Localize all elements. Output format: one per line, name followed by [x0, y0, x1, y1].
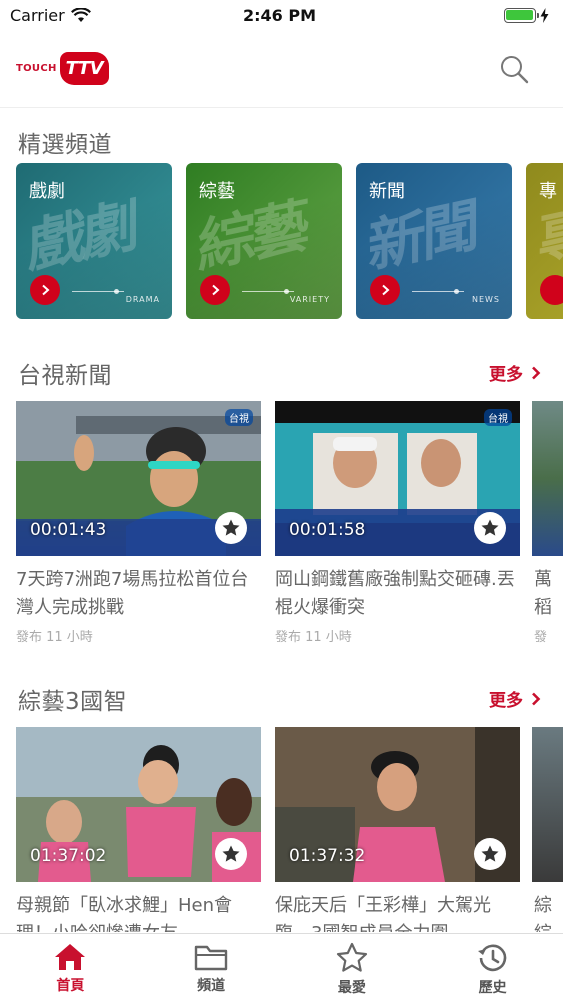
- channel-subtitle: NEWS: [471, 295, 500, 304]
- chevron-right-icon: [532, 366, 541, 379]
- news-video-row[interactable]: 台視 00:01:43 7天跨7洲跑7場馬拉松首位台灣人完成挑戰 發布 11 小…: [16, 401, 563, 651]
- video-duration: 01:37:02: [30, 846, 107, 866]
- star-icon: [336, 942, 367, 972]
- video-card[interactable]: 台視 00:01:58 岡山鋼鐵舊廠強制點交砸磚.丟棍火爆衝突 發布 11 小時: [275, 401, 520, 645]
- carrier-label: Carrier: [10, 5, 65, 25]
- video-thumbnail[interactable]: 01:37:02: [16, 727, 261, 882]
- tab-label: 頻道: [197, 978, 226, 994]
- tab-label: 最愛: [337, 980, 366, 996]
- channel-card-news[interactable]: 新聞 新聞 NEWS: [356, 163, 512, 319]
- tab-bar: 首頁 頻道 最愛 歷史: [0, 933, 563, 1000]
- video-card-peek[interactable]: [532, 401, 563, 556]
- tab-home[interactable]: 首頁: [0, 934, 141, 1000]
- tab-favorites[interactable]: 最愛: [282, 934, 423, 1000]
- channel-name: 綜藝: [199, 181, 235, 202]
- chevron-right-icon: [532, 692, 541, 705]
- tab-label: 首頁: [56, 978, 85, 994]
- star-icon: [222, 845, 240, 862]
- favorite-button[interactable]: [215, 512, 247, 544]
- peek-meta: 發: [534, 630, 548, 645]
- video-duration: 00:01:58: [289, 520, 366, 540]
- video-published: 發布 11 小時: [16, 630, 93, 645]
- play-icon[interactable]: [370, 275, 400, 305]
- channel-subtitle: VARIETY: [289, 295, 330, 304]
- home-icon: [55, 944, 86, 970]
- history-icon: [477, 944, 506, 972]
- app-header: TOUCH TTV: [0, 30, 563, 108]
- favorite-button[interactable]: [474, 512, 506, 544]
- news-section-title: 台視新聞: [18, 363, 112, 389]
- variety-section-title: 綜藝3國智: [18, 689, 128, 715]
- featured-section-title: 精選頻道: [18, 132, 112, 158]
- tab-label: 歷史: [478, 980, 507, 996]
- video-card[interactable]: 01:37:02 母親節「臥冰求鯉」Hen會理！小哈卻慘遭女友: [16, 727, 261, 932]
- play-icon[interactable]: [200, 275, 230, 305]
- status-time: 2:46 PM: [242, 5, 316, 25]
- logo-main: TTV: [59, 52, 110, 85]
- charging-bolt-icon: [540, 7, 549, 23]
- channel-name: 新聞: [369, 181, 405, 202]
- video-card[interactable]: 台視 00:01:43 7天跨7洲跑7場馬拉松首位台灣人完成挑戰 發布 11 小…: [16, 401, 261, 645]
- star-icon: [481, 845, 499, 862]
- video-thumbnail[interactable]: 台視 00:01:43: [16, 401, 261, 556]
- peek-title: 綜 綜: [534, 895, 552, 932]
- channel-watermark: 台視: [225, 409, 253, 426]
- channel-watermark: 台視: [484, 409, 512, 426]
- favorite-button[interactable]: [215, 838, 247, 870]
- wifi-icon: [70, 7, 91, 22]
- channel-name: 戲劇: [29, 181, 65, 202]
- video-title[interactable]: 7天跨7洲跑7場馬拉松首位台灣人完成挑戰: [16, 566, 261, 622]
- search-icon[interactable]: [499, 54, 529, 84]
- channel-card-variety[interactable]: 綜藝 綜藝 VARIETY: [186, 163, 342, 319]
- peek-title: 萬 稻: [534, 569, 552, 618]
- logo-prefix: TOUCH: [16, 63, 57, 74]
- channel-card-drama[interactable]: 戲劇 戲劇 DRAMA: [16, 163, 172, 319]
- play-icon[interactable]: [30, 275, 60, 305]
- star-icon: [481, 519, 499, 536]
- video-card-peek[interactable]: [532, 727, 563, 882]
- battery-icon: [503, 7, 539, 23]
- tab-history[interactable]: 歷史: [422, 934, 563, 1000]
- video-title[interactable]: 母親節「臥冰求鯉」Hen會理！小哈卻慘遭女友: [16, 892, 261, 932]
- status-bar: Carrier 2:46 PM: [0, 0, 563, 30]
- video-title[interactable]: 保庇天后「王彩樺」大駕光臨，3國智成員全力圍: [275, 892, 520, 932]
- favorite-button[interactable]: [474, 838, 506, 870]
- video-published: 發布 11 小時: [275, 630, 352, 645]
- channel-card-peek[interactable]: 專 專: [526, 163, 563, 319]
- news-more-link[interactable]: 更多: [489, 360, 541, 385]
- channel-subtitle: DRAMA: [125, 295, 160, 304]
- more-label: 更多: [489, 365, 523, 385]
- channel-name: 專: [539, 181, 557, 202]
- play-icon[interactable]: [540, 275, 563, 305]
- video-duration: 00:01:43: [30, 520, 107, 540]
- variety-video-row[interactable]: 01:37:02 母親節「臥冰求鯉」Hen會理！小哈卻慘遭女友 01:37:32…: [16, 727, 563, 932]
- video-thumbnail[interactable]: 01:37:32: [275, 727, 520, 882]
- video-card[interactable]: 01:37:32 保庇天后「王彩樺」大駕光臨，3國智成員全力圍: [275, 727, 520, 932]
- star-icon: [222, 519, 240, 536]
- channel-carousel[interactable]: 戲劇 戲劇 DRAMA 綜藝 綜藝 VARIETY 新聞 新聞 NEWS 專 專: [16, 163, 563, 319]
- status-right: [399, 7, 549, 23]
- variety-more-link[interactable]: 更多: [489, 686, 541, 711]
- video-duration: 01:37:32: [289, 846, 366, 866]
- more-label: 更多: [489, 691, 523, 711]
- video-title[interactable]: 岡山鋼鐵舊廠強制點交砸磚.丟棍火爆衝突: [275, 566, 520, 622]
- tab-channels[interactable]: 頻道: [141, 934, 282, 1000]
- folder-icon: [194, 945, 228, 971]
- status-left: Carrier: [10, 6, 160, 25]
- video-thumbnail[interactable]: 台視 00:01:58: [275, 401, 520, 556]
- app-logo[interactable]: TOUCH TTV: [16, 52, 110, 85]
